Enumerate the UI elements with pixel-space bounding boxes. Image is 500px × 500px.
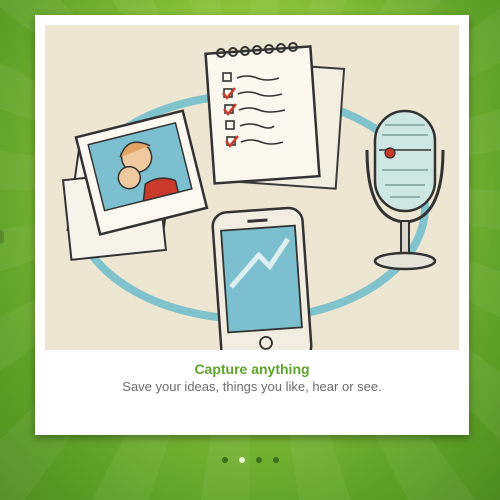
- slide-subtitle: Save your ideas, things you like, hear o…: [122, 379, 382, 394]
- checklist-icon: [204, 42, 346, 190]
- page-dot-4[interactable]: [272, 457, 279, 463]
- onboarding-card: Capture anything Save your ideas, things…: [35, 15, 469, 435]
- page-indicator: [0, 457, 500, 467]
- page-dot-3[interactable]: [255, 457, 262, 463]
- illustration-art: [61, 42, 445, 350]
- smartphone-icon: [211, 206, 313, 350]
- page-dot-2[interactable]: [238, 457, 245, 463]
- slide-title: Capture anything: [194, 361, 310, 377]
- previous-slide-handle[interactable]: [0, 230, 4, 244]
- microphone-icon: [365, 109, 445, 271]
- photos-icon: [61, 109, 209, 261]
- page-dot-1[interactable]: [221, 457, 228, 463]
- illustration: [45, 25, 459, 350]
